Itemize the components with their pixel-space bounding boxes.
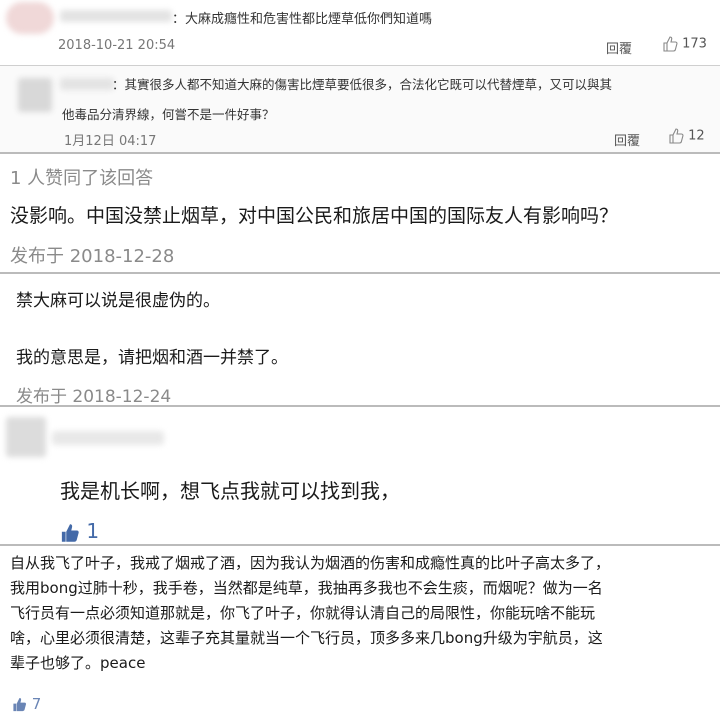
thumb-up-icon [669,128,684,144]
like-count: 173 [682,36,707,52]
reply-button[interactable]: 回覆 [606,38,632,57]
username [60,78,114,90]
comment-text-line-2: 我用bong过肺十秒，我手卷，当然都是纯草，我抽再多我也不会生痰，而烟呢？做为一… [10,579,603,597]
comment-text: 我是机长啊，想飞点我就可以找到我， [60,479,400,503]
answer-text-line-1: 禁大麻可以说是很虚伪的。 [16,291,220,311]
answer-date: 发布于 2018-12-24 [16,387,172,407]
avatar [18,78,52,112]
like-count: 12 [688,128,705,144]
comment-panel-1: ：大麻成癮性和危害性都比煙草低你們知道嗎 2018-10-21 20:54 回覆… [0,0,720,65]
comment-date: 1月12日 04:17 [64,134,157,149]
username [60,10,172,22]
thumb-up-icon [663,36,678,52]
comment-panel-4: 自从我飞了叶子，我戒了烟戒了酒，因为我认为烟酒的伤害和成瘾性真的比叶子高太多了，… [0,546,720,720]
answer-text: 没影响。中国没禁止烟草，对中国公民和旅居中国的国际友人有影响吗？ [10,205,619,227]
comment-panel-2: ：其實很多人都不知道大麻的傷害比煙草要低很多，合法化它既可以代替煙草，又可以與其… [0,66,720,152]
answer-panel-2: 禁大麻可以说是很虚伪的。 我的意思是，请把烟和酒一并禁了。 发布于 2018-1… [0,274,720,407]
like-button[interactable]: 12 [668,128,705,144]
thumb-up-icon [13,697,27,712]
comment-text-line-1: 自从我飞了叶子，我戒了烟戒了酒，因为我认为烟酒的伤害和成瘾性真的比叶子高太多了， [10,554,611,572]
answer-date: 发布于 2018-12-28 [10,246,175,267]
avatar [6,2,54,34]
comment-text: ：大麻成癮性和危害性都比煙草低你們知道嗎 [172,12,433,27]
comment-text-line-5: 辈子也够了。peace [10,654,146,672]
reply-button[interactable]: 回覆 [614,130,640,149]
avatar [6,417,46,457]
comment-text-line-3: 飞行员有一点必须知道那就是，你飞了叶子，你就得认清自己的局限性，你能玩啥不能玩 [10,604,596,622]
like-button[interactable]: 7 [12,695,41,713]
answer-text-line-2: 我的意思是，请把烟和酒一并禁了。 [16,348,288,368]
answer-panel-1: 1 人赞同了该回答 没影响。中国没禁止烟草，对中国公民和旅居中国的国际友人有影响… [0,154,720,272]
comment-text-line-1: ：其實很多人都不知道大麻的傷害比煙草要低很多，合法化它既可以代替煙草，又可以與其 [112,77,613,92]
like-count: 7 [31,695,42,713]
like-button[interactable]: 1 [60,519,99,543]
like-count: 1 [86,519,100,543]
thumb-up-icon [61,523,79,542]
comment-text-line-4: 啥，心里必须很清楚，这辈子充其量就当一个飞行员，顶多多来几bong升级为宇航员，… [10,629,603,647]
username [52,431,164,445]
comment-panel-3: 我是机长啊，想飞点我就可以找到我， 1 [0,407,720,544]
comment-date: 2018-10-21 20:54 [58,38,176,53]
like-button[interactable]: 173 [662,36,707,52]
agree-count: 1 人赞同了该回答 [10,168,154,189]
comment-text-line-2: 他毒品分清界線，何嘗不是一件好事？ [62,107,275,122]
